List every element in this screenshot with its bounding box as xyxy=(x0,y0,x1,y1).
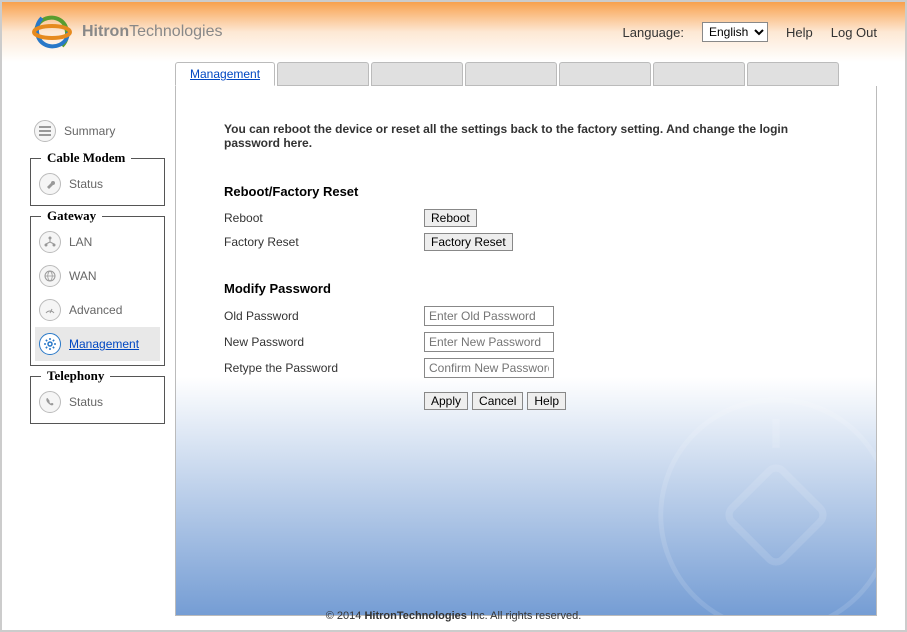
gauge-icon xyxy=(39,299,61,321)
globe-icon xyxy=(39,265,61,287)
help-link[interactable]: Help xyxy=(786,25,813,40)
logo-text: HitronTechnologies xyxy=(82,23,223,41)
sidebar-item-tel-status[interactable]: Status xyxy=(35,385,160,419)
retype-password-label: Retype the Password xyxy=(224,361,424,375)
factory-reset-button[interactable]: Factory Reset xyxy=(424,233,513,251)
logo-swirl-icon xyxy=(30,10,74,54)
sidebar-item-lan[interactable]: LAN xyxy=(35,225,160,259)
logout-link[interactable]: Log Out xyxy=(831,25,877,40)
sidebar-item-label: Summary xyxy=(64,124,115,138)
group-title: Telephony xyxy=(41,368,110,384)
content-panel: You can reboot the device or reset all t… xyxy=(175,86,877,616)
tab-empty xyxy=(277,62,369,86)
wrench-icon xyxy=(39,173,61,195)
new-password-input[interactable] xyxy=(424,332,554,352)
sidebar-item-management[interactable]: Management xyxy=(35,327,160,361)
sidebar-item-advanced[interactable]: Advanced xyxy=(35,293,160,327)
tab-empty xyxy=(653,62,745,86)
tab-empty xyxy=(747,62,839,86)
sidebar-item-label: Management xyxy=(69,337,139,351)
header-right: Language: English Help Log Out xyxy=(623,22,877,42)
retype-password-input[interactable] xyxy=(424,358,554,378)
factory-reset-label: Factory Reset xyxy=(224,235,424,249)
reboot-button[interactable]: Reboot xyxy=(424,209,477,227)
watermark-icon xyxy=(656,395,877,616)
group-title: Cable Modem xyxy=(41,150,131,166)
sidebar-item-label: Advanced xyxy=(69,303,122,317)
network-icon xyxy=(39,231,61,253)
group-title: Gateway xyxy=(41,208,102,224)
new-password-label: New Password xyxy=(224,335,424,349)
section-password-title: Modify Password xyxy=(224,281,828,296)
sidebar-item-label: WAN xyxy=(69,269,97,283)
tab-empty xyxy=(371,62,463,86)
summary-icon xyxy=(34,120,56,142)
panel-description: You can reboot the device or reset all t… xyxy=(224,122,828,150)
logo: HitronTechnologies xyxy=(30,10,223,54)
cancel-button[interactable]: Cancel xyxy=(472,392,523,410)
footer: © 2014 HitronTechnologies Inc. All right… xyxy=(2,610,905,622)
section-reboot-title: Reboot/Factory Reset xyxy=(224,184,828,199)
language-select[interactable]: English xyxy=(702,22,768,42)
tab-empty xyxy=(465,62,557,86)
page-header: HitronTechnologies Language: English Hel… xyxy=(2,2,905,62)
reboot-label: Reboot xyxy=(224,211,424,225)
old-password-label: Old Password xyxy=(224,309,424,323)
sidebar-item-wan[interactable]: WAN xyxy=(35,259,160,293)
gear-icon xyxy=(39,333,61,355)
apply-button[interactable]: Apply xyxy=(424,392,468,410)
tab-label: Management xyxy=(190,67,260,81)
old-password-input[interactable] xyxy=(424,306,554,326)
sidebar-item-label: LAN xyxy=(69,235,92,249)
sidebar-group-telephony: Telephony Status xyxy=(30,376,165,424)
main-area: Management You can reboot the device or … xyxy=(175,62,877,616)
tab-management[interactable]: Management xyxy=(175,62,275,86)
sidebar-item-cable-status[interactable]: Status xyxy=(35,167,160,201)
sidebar: Summary Cable Modem Status Gateway LAN xyxy=(30,62,165,616)
sidebar-item-label: Status xyxy=(69,177,103,191)
tabs: Management xyxy=(175,62,877,86)
sidebar-item-summary[interactable]: Summary xyxy=(30,114,165,148)
phone-icon xyxy=(39,391,61,413)
sidebar-group-gateway: Gateway LAN WAN Advanced xyxy=(30,216,165,366)
tab-empty xyxy=(559,62,651,86)
help-button[interactable]: Help xyxy=(527,392,566,410)
sidebar-group-cable-modem: Cable Modem Status xyxy=(30,158,165,206)
language-label: Language: xyxy=(623,25,684,40)
sidebar-item-label: Status xyxy=(69,395,103,409)
